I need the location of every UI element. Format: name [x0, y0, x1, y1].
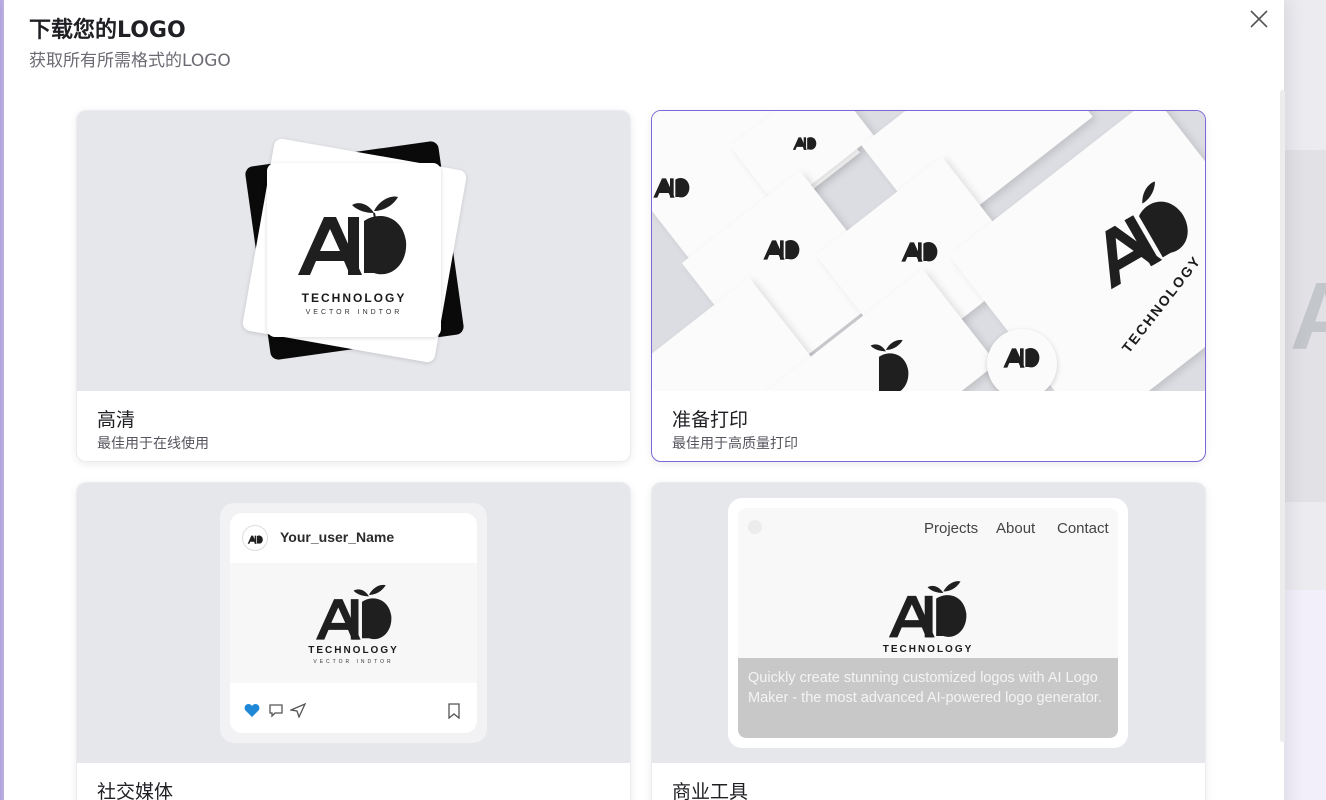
comment-icon[interactable]: [268, 703, 284, 718]
option-card-business[interactable]: Projects About Contact TECHNOLOGY Quickl…: [651, 482, 1206, 800]
background-purple-area: [1284, 590, 1326, 800]
nav-contact: Contact: [1057, 520, 1109, 537]
ai-apple-logo-icon: [792, 137, 817, 150]
logo-name: TECHNOLOGY: [308, 645, 399, 656]
option-name: 准备打印: [672, 409, 749, 431]
hd-preview: TECHNOLOGY VECTOR INDTOR: [77, 111, 630, 391]
nav-projects: Projects: [924, 520, 979, 537]
logo-name: TECHNOLOGY: [301, 291, 407, 305]
option-card-social[interactable]: Your_user_Name TECHNOLOGY VECTOR INDTOR: [76, 482, 631, 800]
avatar: [242, 525, 268, 551]
ai-apple-logo-icon: [763, 239, 800, 260]
website-mockup-frame: Projects About Contact TECHNOLOGY Quickl…: [728, 498, 1128, 748]
logo-tagline: VECTOR INDTOR: [313, 659, 394, 665]
white-paper-front: TECHNOLOGY VECTOR INDTOR: [267, 163, 441, 337]
option-desc: 最佳用于高质量打印: [672, 436, 798, 452]
option-name: 商业工具: [672, 781, 749, 800]
ai-apple-logo-icon: [315, 584, 392, 640]
scrollbar[interactable]: [1280, 90, 1285, 742]
option-name: 社交媒体: [97, 781, 174, 800]
heart-icon[interactable]: [244, 703, 260, 718]
print-preview: TECHNOLOGY: [652, 111, 1205, 391]
option-name: 高清: [97, 409, 136, 431]
option-card-print[interactable]: TECHNOLOGY 准备打印 最佳用于高质量打印: [651, 110, 1206, 462]
download-logo-modal: 下载您的LOGO 获取所有所需格式的LOGO TECHNOLOGY VECTOR…: [4, 0, 1285, 800]
close-button[interactable]: [1244, 4, 1274, 34]
modal-title: 下载您的LOGO: [29, 18, 186, 43]
logo-name: TECHNOLOGY: [882, 644, 974, 655]
social-post: Your_user_Name TECHNOLOGY VECTOR INDTOR: [230, 513, 477, 733]
background-logo-letter: A: [1290, 263, 1326, 370]
nav-about: About: [996, 520, 1036, 537]
ai-apple-logo-icon: [653, 177, 690, 198]
website-mockup: Projects About Contact TECHNOLOGY Quickl…: [738, 508, 1118, 738]
bookmark-icon[interactable]: [447, 703, 461, 719]
website-logo-dot: [748, 520, 762, 534]
ai-apple-logo-icon: [1003, 347, 1040, 368]
ai-apple-logo-icon: [247, 535, 263, 544]
modal-subtitle: 获取所有所需格式的LOGO: [29, 51, 231, 71]
close-icon: [1250, 10, 1268, 28]
social-preview: Your_user_Name TECHNOLOGY VECTOR INDTOR: [77, 483, 630, 763]
ai-apple-logo-icon: [870, 339, 909, 391]
social-username: Your_user_Name: [280, 529, 395, 545]
ai-apple-logo-icon: [901, 241, 938, 262]
share-icon[interactable]: [290, 703, 306, 718]
ai-apple-logo-icon: [298, 196, 407, 275]
social-post-frame: Your_user_Name TECHNOLOGY VECTOR INDTOR: [220, 503, 487, 743]
website-hero-text: Quickly create stunning customized logos…: [738, 658, 1118, 738]
ai-apple-logo-icon: [888, 581, 967, 638]
business-preview: Projects About Contact TECHNOLOGY Quickl…: [652, 483, 1205, 763]
option-card-hd[interactable]: TECHNOLOGY VECTOR INDTOR 高清 最佳用于在线使用: [76, 110, 631, 462]
option-desc: 最佳用于在线使用: [97, 436, 209, 452]
logo-tagline: VECTOR INDTOR: [305, 309, 403, 316]
social-post-image: TECHNOLOGY VECTOR INDTOR: [230, 563, 477, 683]
